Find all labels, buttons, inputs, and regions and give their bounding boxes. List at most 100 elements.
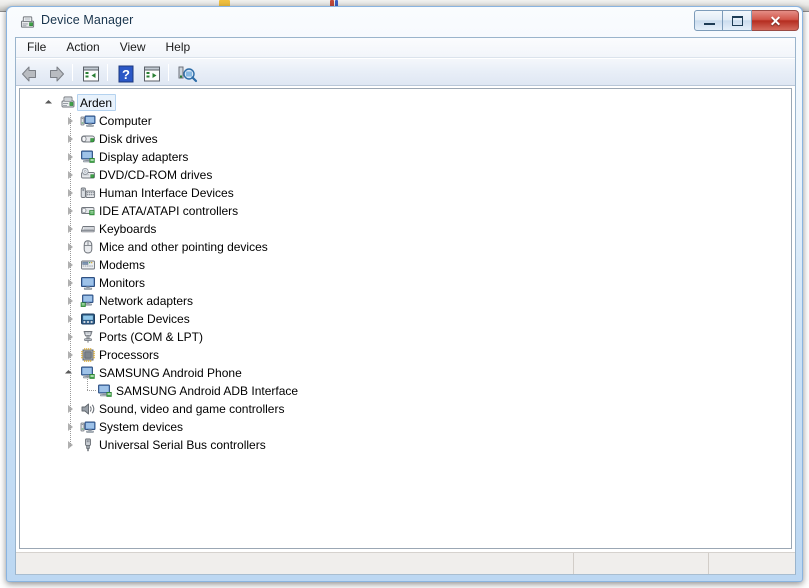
triangle-down-icon bbox=[44, 99, 53, 108]
monitor-icon bbox=[80, 275, 96, 291]
back-button[interactable] bbox=[17, 61, 41, 85]
device-manager-icon bbox=[20, 16, 35, 28]
tree-item-label: Human Interface Devices bbox=[99, 186, 234, 200]
tree-item-label: Computer bbox=[99, 114, 152, 128]
tree-item-samsung-android-adb-interface[interactable]: SAMSUNG Android ADB Interface bbox=[20, 382, 791, 400]
tree-item-monitors[interactable]: Monitors bbox=[20, 274, 791, 292]
tree-item-processors[interactable]: Processors bbox=[20, 346, 791, 364]
status-bar bbox=[16, 552, 795, 574]
tree-item-label: Display adapters bbox=[99, 150, 189, 164]
device-tree-pane[interactable]: Arden Computer Disk drives Display adapters… bbox=[19, 88, 792, 549]
sound-controller-icon bbox=[80, 401, 96, 417]
tree-item-ports-com-lpt[interactable]: Ports (COM & LPT) bbox=[20, 328, 791, 346]
properties-icon bbox=[83, 66, 99, 82]
toolbar: ? bbox=[16, 59, 795, 86]
menu-help[interactable]: Help bbox=[157, 38, 200, 58]
menu-bar: File Action View Help bbox=[16, 38, 795, 58]
tree-item-dvd-cd-rom-drives[interactable]: DVD/CD-ROM drives bbox=[20, 166, 791, 184]
tree-item-label: DVD/CD-ROM drives bbox=[99, 168, 213, 182]
scan-changes-icon bbox=[144, 66, 160, 82]
close-button[interactable]: ✕ bbox=[752, 10, 799, 31]
device-manager-window: Device Manager ✕ File Action View Help ?… bbox=[6, 6, 803, 582]
tree-item-label: IDE ATA/ATAPI controllers bbox=[99, 204, 239, 218]
status-panel-2 bbox=[573, 553, 708, 574]
device-tree: Arden Computer Disk drives Display adapters… bbox=[20, 94, 791, 454]
processor-icon bbox=[80, 347, 96, 363]
tree-item-label: Mice and other pointing devices bbox=[99, 240, 268, 254]
svg-text:?: ? bbox=[122, 67, 130, 82]
tree-item-portable-devices[interactable]: Portable Devices bbox=[20, 310, 791, 328]
computer-root-icon bbox=[60, 95, 76, 111]
tree-item-display-adapters[interactable]: Display adapters bbox=[20, 148, 791, 166]
tree-item-disk-drives[interactable]: Disk drives bbox=[20, 130, 791, 148]
update-driver-button[interactable] bbox=[174, 61, 198, 85]
expander-collapse-icon[interactable] bbox=[44, 99, 55, 108]
tree-item-label: Processors bbox=[99, 348, 160, 362]
tree-item-label: Network adapters bbox=[99, 294, 194, 308]
tree-item-ide-ata-atapi-controllers[interactable]: IDE ATA/ATAPI controllers bbox=[20, 202, 791, 220]
tree-item-computer[interactable]: Computer bbox=[20, 112, 791, 130]
tree-item-label: System devices bbox=[99, 420, 184, 434]
adb-interface-icon bbox=[97, 383, 113, 399]
tree-item-human-interface-devices[interactable]: Human Interface Devices bbox=[20, 184, 791, 202]
help-button[interactable]: ? bbox=[113, 61, 137, 85]
portable-device-icon bbox=[80, 311, 96, 327]
android-phone-icon bbox=[80, 365, 96, 381]
menu-view[interactable]: View bbox=[111, 38, 155, 58]
tree-item-mice-and-other-pointing-devices[interactable]: Mice and other pointing devices bbox=[20, 238, 791, 256]
tree-item-label: Arden bbox=[80, 96, 113, 110]
tree-item-universal-serial-bus-controllers[interactable]: Universal Serial Bus controllers bbox=[20, 436, 791, 454]
tree-item-network-adapters[interactable]: Network adapters bbox=[20, 292, 791, 310]
tree-item-samsung-android-phone[interactable]: SAMSUNG Android Phone bbox=[20, 364, 791, 382]
display-adapter-icon bbox=[80, 149, 96, 165]
tree-item-keyboards[interactable]: Keyboards bbox=[20, 220, 791, 238]
tree-guide-elbow bbox=[87, 390, 97, 391]
dvd-drive-icon bbox=[80, 167, 96, 183]
toolbar-separator-2 bbox=[107, 64, 108, 81]
window-controls: ✕ bbox=[694, 10, 799, 31]
tree-item-modems[interactable]: Modems bbox=[20, 256, 791, 274]
maximize-button[interactable] bbox=[723, 10, 752, 31]
toolbar-separator-1 bbox=[72, 64, 73, 81]
tree-item-label: Ports (COM & LPT) bbox=[99, 330, 204, 344]
tree-item-system-devices[interactable]: System devices bbox=[20, 418, 791, 436]
tree-item-label: Monitors bbox=[99, 276, 146, 290]
tree-item-label: SAMSUNG Android Phone bbox=[99, 366, 242, 380]
properties-button[interactable] bbox=[78, 61, 102, 85]
back-arrow-icon bbox=[22, 66, 36, 82]
disk-drive-icon bbox=[80, 131, 96, 147]
usb-controller-icon bbox=[80, 437, 96, 453]
update-driver-icon bbox=[178, 66, 198, 83]
modem-icon bbox=[80, 257, 96, 273]
tree-item-label: Disk drives bbox=[99, 132, 158, 146]
window-title: Device Manager bbox=[41, 13, 134, 27]
hid-icon bbox=[80, 185, 96, 201]
computer-icon bbox=[80, 113, 96, 129]
tree-guide-line bbox=[70, 113, 71, 446]
tree-item-label: Sound, video and game controllers bbox=[99, 402, 285, 416]
port-icon bbox=[80, 329, 96, 345]
ide-controller-icon bbox=[80, 203, 96, 219]
tree-guide-line-child bbox=[87, 375, 88, 390]
title-bar[interactable]: Device Manager ✕ bbox=[7, 7, 804, 37]
minimize-icon bbox=[704, 23, 715, 25]
network-adapter-icon bbox=[80, 293, 96, 309]
close-icon: ✕ bbox=[769, 13, 782, 29]
tree-item-label: Portable Devices bbox=[99, 312, 190, 326]
scan-hardware-changes-button[interactable] bbox=[139, 61, 163, 85]
tree-item-label: Keyboards bbox=[99, 222, 157, 236]
tree-item-label: Modems bbox=[99, 258, 146, 272]
status-panel-3 bbox=[708, 553, 795, 574]
forward-arrow-icon bbox=[50, 66, 64, 82]
maximize-icon bbox=[732, 16, 743, 26]
status-message bbox=[16, 553, 573, 574]
tree-item-label: SAMSUNG Android ADB Interface bbox=[116, 384, 299, 398]
menu-file[interactable]: File bbox=[18, 38, 55, 58]
forward-button[interactable] bbox=[43, 61, 67, 85]
tree-item-arden[interactable]: Arden bbox=[20, 94, 791, 112]
minimize-button[interactable] bbox=[694, 10, 723, 31]
keyboard-icon bbox=[80, 221, 96, 237]
tree-item-sound-video-and-game-controllers[interactable]: Sound, video and game controllers bbox=[20, 400, 791, 418]
desktop-background: Device Manager ✕ File Action View Help ?… bbox=[0, 0, 809, 588]
menu-action[interactable]: Action bbox=[57, 38, 108, 58]
